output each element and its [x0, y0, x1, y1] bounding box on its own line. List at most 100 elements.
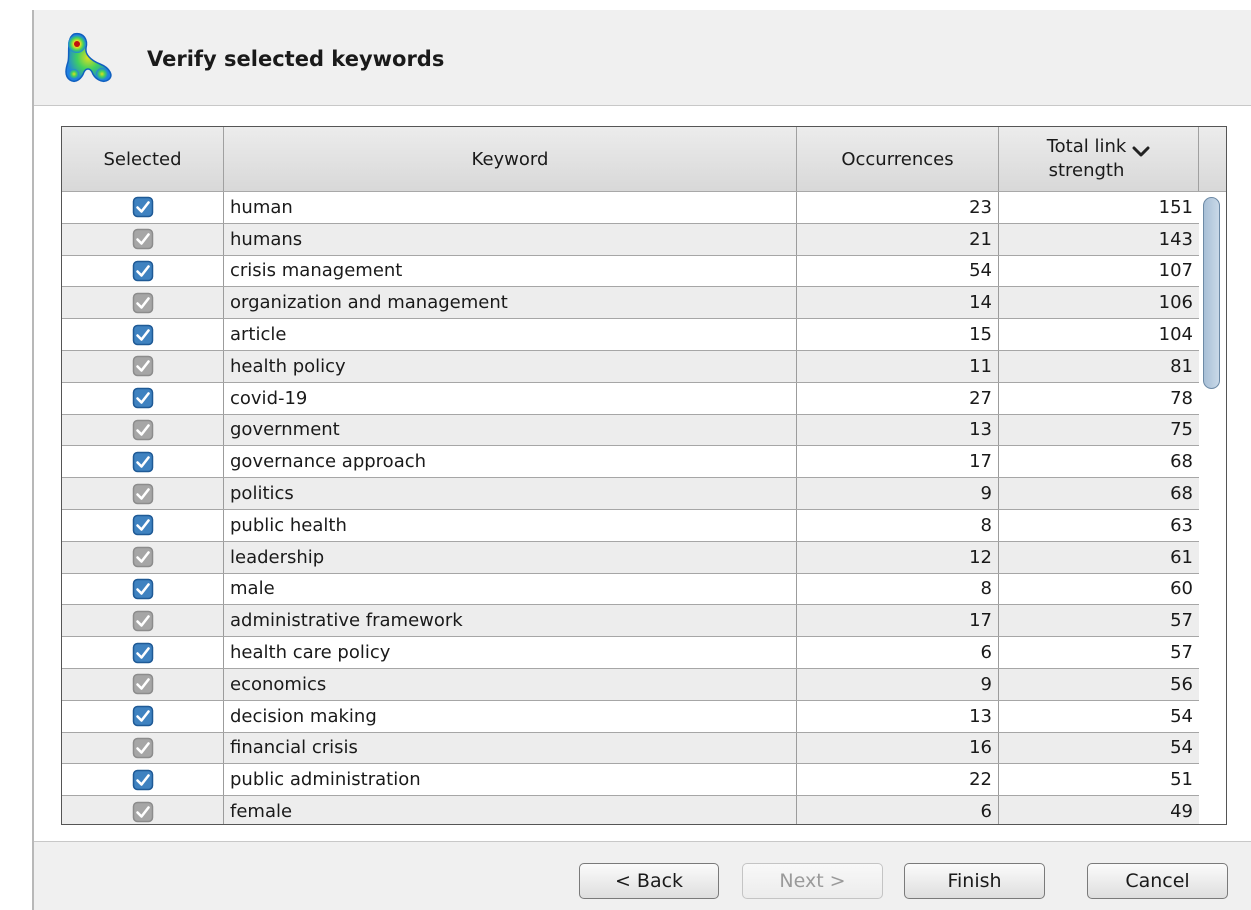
checkbox-checked-icon[interactable]: [132, 705, 154, 727]
checkbox-checked-icon[interactable]: [132, 610, 154, 632]
table-row[interactable]: health care policy 6 57: [62, 637, 1199, 669]
table-header: Selected Keyword Occurrences Total link …: [62, 127, 1226, 192]
table-row[interactable]: public health 8 63: [62, 509, 1199, 542]
column-header-total-link-strength-label: Total link strength: [1047, 135, 1127, 183]
column-header-total-link-strength[interactable]: Total link strength: [999, 127, 1199, 191]
table-row[interactable]: financial crisis 16 54: [62, 732, 1199, 765]
table-row[interactable]: administrative framework 17 57: [62, 605, 1199, 638]
table-row[interactable]: health policy 11 81: [62, 350, 1199, 383]
chevron-down-icon: [1132, 146, 1150, 157]
keyword-cell: decision making: [224, 700, 797, 732]
total-link-strength-label-line1: Total link: [1046, 136, 1127, 157]
next-button[interactable]: Next >: [742, 863, 883, 899]
keyword-cell: health policy: [224, 350, 797, 382]
table-row[interactable]: decision making 13 54: [62, 700, 1199, 733]
checkbox-checked-icon[interactable]: [132, 355, 154, 377]
checkbox-checked-icon[interactable]: [132, 546, 154, 568]
total-link-strength-cell: 54: [1170, 705, 1193, 727]
selected-cell[interactable]: [62, 796, 224, 824]
keyword-cell: administrative framework: [224, 605, 797, 637]
checkbox-checked-icon[interactable]: [132, 451, 154, 473]
checkbox-checked-icon[interactable]: [132, 514, 154, 536]
total-link-strength-cell: 78: [1170, 387, 1193, 409]
selected-cell[interactable]: [62, 255, 224, 287]
page-title: Verify selected keywords: [147, 47, 445, 71]
vertical-scrollbar[interactable]: [1199, 192, 1226, 824]
column-header-occurrences[interactable]: Occurrences: [797, 127, 999, 191]
total-link-strength-label-line2: strength: [1048, 160, 1125, 181]
table-row[interactable]: crisis management 54 107: [62, 255, 1199, 288]
table-row[interactable]: organization and management 14 106: [62, 287, 1199, 320]
selected-cell[interactable]: [62, 350, 224, 382]
selected-cell[interactable]: [62, 700, 224, 732]
selected-cell[interactable]: [62, 414, 224, 446]
table-row[interactable]: humans 21 143: [62, 223, 1199, 256]
total-link-strength-cell: 81: [1170, 355, 1193, 377]
selected-cell[interactable]: [62, 287, 224, 319]
finish-button[interactable]: Finish: [904, 863, 1045, 899]
checkbox-checked-icon[interactable]: [132, 769, 154, 791]
wizard-footer: < Back Next > Finish Cancel: [34, 842, 1251, 910]
checkbox-checked-icon[interactable]: [132, 419, 154, 441]
total-link-strength-cell: 61: [1170, 546, 1193, 568]
occurrences-cell: 8: [797, 509, 999, 541]
checkbox-checked-icon[interactable]: [132, 387, 154, 409]
table-row[interactable]: male 8 60: [62, 573, 1199, 606]
checkbox-checked-icon[interactable]: [132, 292, 154, 314]
checkbox-checked-icon[interactable]: [132, 260, 154, 282]
keyword-cell: human: [224, 192, 797, 223]
checkbox-checked-icon[interactable]: [132, 642, 154, 664]
checkbox-checked-icon[interactable]: [132, 196, 154, 218]
back-button[interactable]: < Back: [579, 863, 719, 899]
cancel-button[interactable]: Cancel: [1087, 863, 1228, 899]
keywords-table[interactable]: Selected Keyword Occurrences Total link …: [61, 126, 1227, 825]
table-row[interactable]: article 15 104: [62, 319, 1199, 351]
checkbox-checked-icon[interactable]: [132, 737, 154, 759]
total-link-strength-cell: 151: [1158, 196, 1193, 218]
selected-cell[interactable]: [62, 732, 224, 764]
selected-cell[interactable]: [62, 319, 224, 350]
table-row[interactable]: human 23 151: [62, 192, 1199, 224]
checkbox-checked-icon[interactable]: [132, 228, 154, 250]
checkbox-checked-icon[interactable]: [132, 578, 154, 600]
selected-cell[interactable]: [62, 764, 224, 796]
selected-cell[interactable]: [62, 541, 224, 573]
selected-cell[interactable]: [62, 192, 224, 223]
keyword-cell: government: [224, 414, 797, 446]
selected-cell[interactable]: [62, 478, 224, 509]
selected-cell[interactable]: [62, 223, 224, 255]
table-body[interactable]: human 23 151 humans 21 143 crisis management 54…: [62, 192, 1199, 824]
selected-cell[interactable]: [62, 382, 224, 414]
selected-cell[interactable]: [62, 637, 224, 668]
checkbox-checked-icon[interactable]: [132, 801, 154, 823]
selected-cell[interactable]: [62, 573, 224, 605]
occurrences-cell: 9: [797, 668, 999, 700]
keyword-cell: financial crisis: [224, 732, 797, 764]
checkbox-checked-icon[interactable]: [132, 483, 154, 505]
checkbox-checked-icon[interactable]: [132, 324, 154, 346]
table-row[interactable]: public administration 22 51: [62, 764, 1199, 797]
total-link-strength-cell: 57: [1170, 610, 1193, 632]
occurrences-cell: 8: [797, 573, 999, 605]
table-row[interactable]: economics 9 56: [62, 668, 1199, 701]
total-link-strength-cell: 107: [1158, 260, 1193, 282]
selected-cell[interactable]: [62, 668, 224, 700]
checkbox-checked-icon[interactable]: [132, 673, 154, 695]
occurrences-cell: 23: [797, 192, 999, 223]
occurrences-cell: 13: [797, 414, 999, 446]
column-header-selected[interactable]: Selected: [62, 127, 224, 191]
scrollbar-thumb[interactable]: [1203, 197, 1220, 389]
total-link-strength-cell: 143: [1158, 228, 1193, 250]
column-header-keyword[interactable]: Keyword: [224, 127, 797, 191]
table-row[interactable]: covid-19 27 78: [62, 382, 1199, 415]
selected-cell[interactable]: [62, 446, 224, 478]
table-row[interactable]: politics 9 68: [62, 478, 1199, 510]
table-row[interactable]: governance approach 17 68: [62, 446, 1199, 479]
occurrences-cell: 13: [797, 700, 999, 732]
selected-cell[interactable]: [62, 605, 224, 637]
total-link-strength-cell: 68: [1170, 483, 1193, 505]
table-row[interactable]: government 13 75: [62, 414, 1199, 447]
table-row[interactable]: leadership 12 61: [62, 541, 1199, 574]
selected-cell[interactable]: [62, 509, 224, 541]
table-row[interactable]: female 6 49: [62, 796, 1199, 824]
